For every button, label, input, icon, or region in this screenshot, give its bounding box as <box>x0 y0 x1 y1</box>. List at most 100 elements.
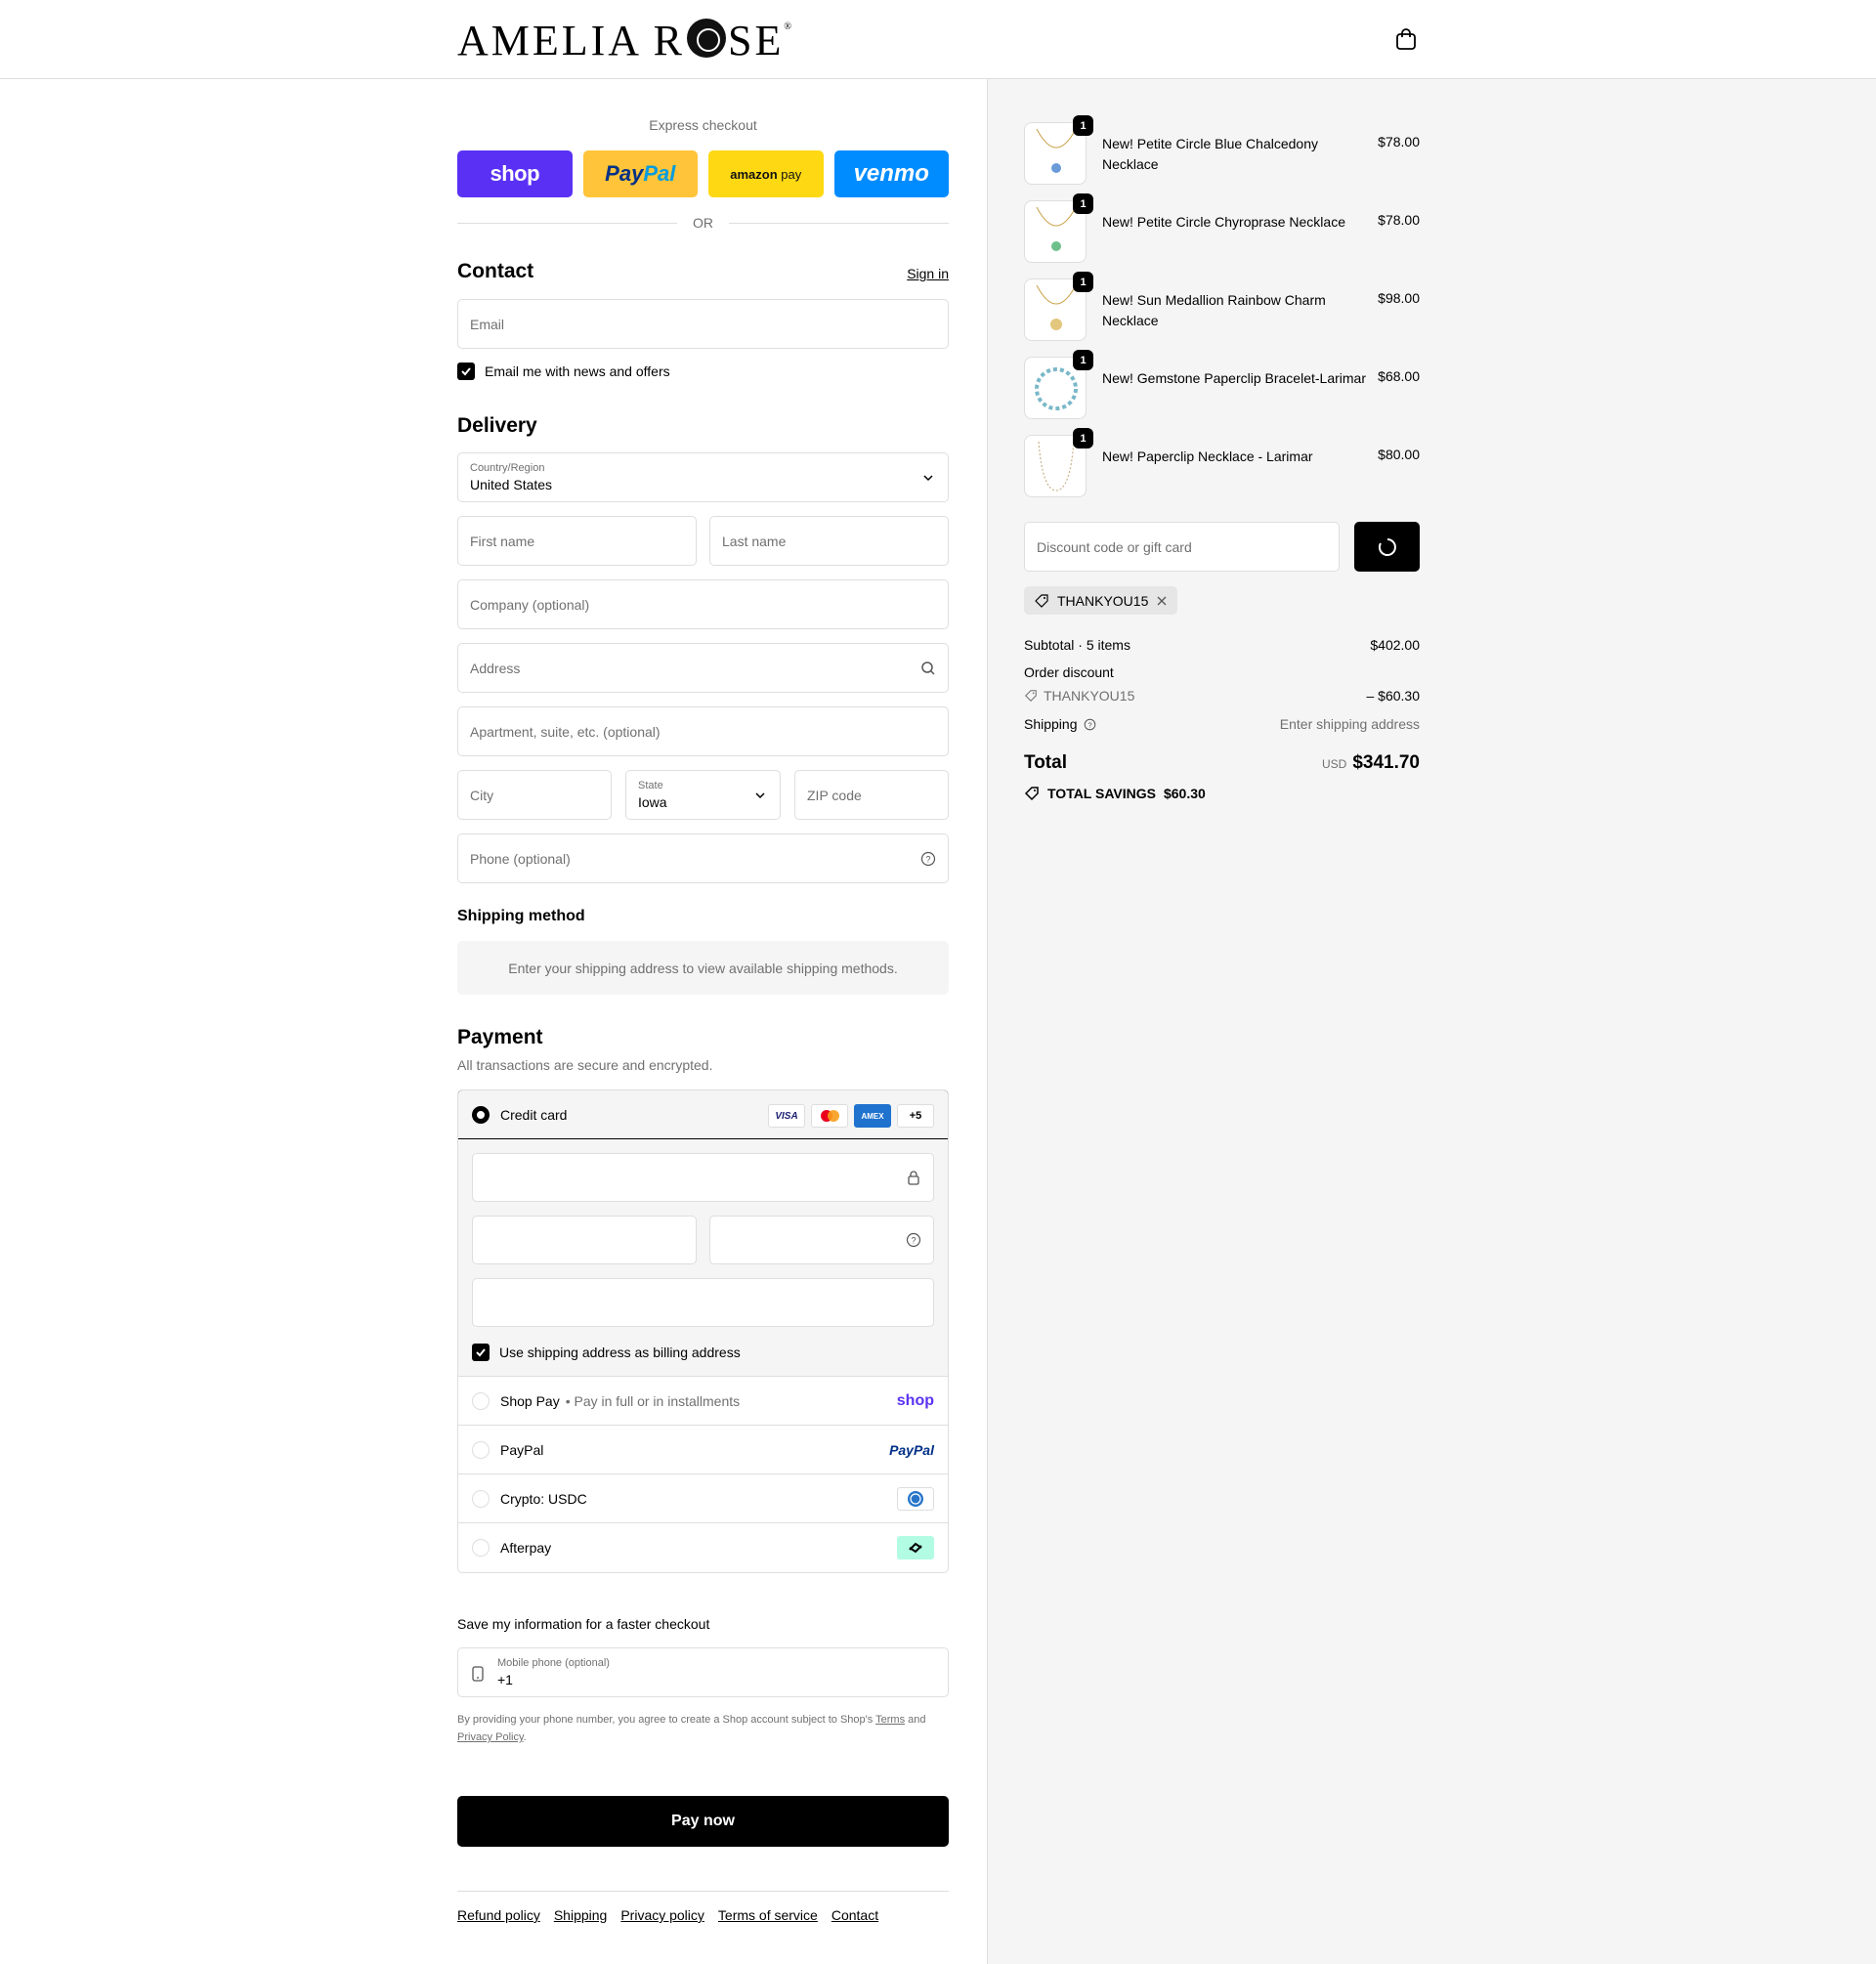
total-amount: $341.70 <box>1352 752 1420 773</box>
help-icon: ? <box>920 851 936 867</box>
phone-field[interactable]: ? <box>457 833 949 883</box>
shop-pay-radio[interactable] <box>472 1391 490 1410</box>
billing-checkbox-row[interactable]: Use shipping address as billing address <box>472 1344 741 1361</box>
footer-links: Refund policy Shipping Privacy policy Te… <box>457 1891 949 1923</box>
city-field[interactable] <box>457 770 612 820</box>
mobile-phone-icon <box>472 1666 484 1682</box>
shop-pay-button[interactable]: shop <box>457 150 573 197</box>
paypal-button[interactable]: Pay Pal <box>582 150 698 197</box>
express-checkout-label: Express checkout <box>649 117 757 133</box>
company-field[interactable] <box>457 579 949 629</box>
payment-methods: Credit card VISA AMEX +5 ? Use shipping <box>457 1089 949 1573</box>
news-label: Email me with news and offers <box>485 363 670 379</box>
address-field[interactable] <box>457 643 949 693</box>
contact-title: Contact <box>457 260 534 282</box>
checkmark-icon <box>476 1348 486 1357</box>
checkmark-icon <box>461 367 471 376</box>
country-select[interactable]: Country/Region United States <box>457 452 949 502</box>
close-icon[interactable] <box>1156 595 1168 607</box>
expiration-date-field[interactable] <box>472 1216 697 1264</box>
shipping-policy-link[interactable]: Shipping <box>554 1907 608 1923</box>
chevron-down-icon <box>923 475 933 482</box>
paypal-radio[interactable] <box>472 1440 490 1459</box>
more-cards-badge: +5 <box>897 1104 934 1128</box>
refund-policy-link[interactable]: Refund policy <box>457 1907 540 1923</box>
applied-discount-chip: THANKYOU15 <box>1024 586 1178 615</box>
line-item: 1 New! Sun Medallion Rainbow Charm Neckl… <box>1024 272 1420 341</box>
subtotal-row: Subtotal · 5 items $402.00 <box>1024 637 1420 653</box>
crypto-usdc-option[interactable]: Crypto: USDC <box>458 1474 948 1523</box>
terms-link[interactable]: Terms <box>875 1714 905 1726</box>
product-price: $78.00 <box>1378 212 1420 228</box>
line-item: 1 New! Paperclip Necklace - Larimar $80.… <box>1024 428 1420 497</box>
first-name-field[interactable] <box>457 516 697 566</box>
news-checkbox[interactable] <box>457 363 475 380</box>
shop-legal-text: By providing your phone number, you agre… <box>457 1714 926 1743</box>
chevron-down-icon <box>755 792 765 799</box>
tag-icon <box>1024 787 1039 801</box>
line-item: 1 New! Petite Circle Blue Chalcedony Nec… <box>1024 115 1420 185</box>
svg-text:?: ? <box>1087 720 1091 729</box>
tag-icon <box>1025 690 1037 702</box>
venmo-button[interactable]: venmo <box>833 150 949 197</box>
afterpay-option[interactable]: Afterpay <box>458 1523 948 1572</box>
header: AMELIA R SE ® <box>0 0 1876 79</box>
paypal-logo: PayPal <box>889 1441 934 1458</box>
quantity-badge: 1 <box>1073 350 1093 370</box>
search-icon <box>921 662 935 675</box>
help-icon: ? <box>906 1232 921 1248</box>
state-select[interactable]: State Iowa <box>625 770 781 820</box>
paypal-option[interactable]: PayPal PayPal <box>458 1426 948 1474</box>
news-checkbox-row[interactable]: Email me with news and offers <box>457 363 670 380</box>
brand-logo[interactable]: AMELIA R SE ® <box>457 16 794 64</box>
card-brands: VISA AMEX +5 <box>768 1104 934 1128</box>
zip-field[interactable] <box>794 770 949 820</box>
help-icon[interactable]: ? <box>1084 718 1096 731</box>
quantity-badge: 1 <box>1073 428 1093 448</box>
currency-code: USD <box>1321 757 1347 771</box>
product-price: $78.00 <box>1378 134 1420 149</box>
amazon-pay-button[interactable]: amazon pay <box>708 150 824 197</box>
afterpay-icon <box>897 1536 934 1559</box>
security-code-field[interactable]: ? <box>709 1216 934 1264</box>
pay-now-button[interactable]: Pay now <box>457 1796 949 1847</box>
contact-link[interactable]: Contact <box>831 1907 878 1923</box>
discount-code-row: THANKYOU15 – $60.30 <box>1024 688 1420 704</box>
loading-spinner-icon <box>1378 537 1396 556</box>
rose-icon <box>687 19 726 58</box>
mastercard-icon <box>811 1104 848 1128</box>
shop-pay-option[interactable]: Shop Pay • Pay in full or in installment… <box>458 1377 948 1426</box>
privacy-policy-link[interactable]: Privacy Policy <box>457 1731 524 1743</box>
terms-of-service-link[interactable]: Terms of service <box>718 1907 818 1923</box>
tag-icon <box>1035 593 1048 608</box>
shopping-bag-icon[interactable] <box>1395 27 1417 51</box>
product-name: New! Petite Circle Chyroprase Necklace <box>1102 214 1345 230</box>
name-on-card-field[interactable] <box>472 1278 934 1327</box>
apply-discount-button[interactable] <box>1354 522 1420 572</box>
crypto-radio[interactable] <box>472 1489 490 1508</box>
usdc-icon <box>897 1486 934 1511</box>
billing-label: Use shipping address as billing address <box>499 1345 741 1360</box>
product-price: $68.00 <box>1378 368 1420 384</box>
product-name: New! Gemstone Paperclip Bracelet-Larimar <box>1102 370 1366 386</box>
apartment-field[interactable] <box>457 706 949 756</box>
billing-checkbox[interactable] <box>472 1344 490 1361</box>
afterpay-radio[interactable] <box>472 1539 490 1557</box>
delivery-title: Delivery <box>457 414 537 437</box>
credit-card-radio[interactable] <box>472 1105 490 1124</box>
product-name: New! Paperclip Necklace - Larimar <box>1102 448 1313 464</box>
mobile-phone-field[interactable]: Mobile phone (optional) +1 <box>457 1647 949 1697</box>
express-checkout-buttons: shop Pay Pal amazon pay venmo <box>457 150 949 197</box>
last-name-field[interactable] <box>709 516 949 566</box>
card-number-field[interactable] <box>472 1153 934 1202</box>
email-field[interactable] <box>457 299 949 349</box>
credit-card-option[interactable]: Credit card VISA AMEX +5 <box>458 1090 948 1139</box>
sign-in-link[interactable]: Sign in <box>907 266 949 281</box>
privacy-policy-footer-link[interactable]: Privacy policy <box>620 1907 704 1923</box>
shipping-method-message: Enter your shipping address to view avai… <box>457 941 949 995</box>
line-item: 1 New! Gemstone Paperclip Bracelet-Larim… <box>1024 350 1420 419</box>
product-price: $98.00 <box>1378 290 1420 306</box>
visa-icon: VISA <box>768 1104 805 1128</box>
discount-code-field[interactable] <box>1024 522 1340 572</box>
product-price: $80.00 <box>1378 447 1420 462</box>
